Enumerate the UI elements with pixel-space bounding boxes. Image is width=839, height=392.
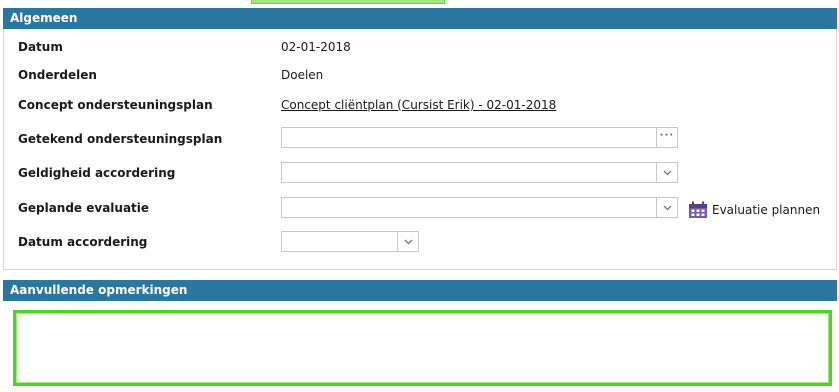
- validity-select[interactable]: [281, 162, 678, 183]
- section-title-general: Algemeen: [10, 11, 78, 25]
- signed-plan-field[interactable]: ···: [281, 127, 678, 148]
- onderdelen-label: Onderdelen: [18, 68, 97, 82]
- focus-highlight-top: [251, 0, 445, 4]
- plan-evaluation-button[interactable]: Evaluatie plannen: [688, 199, 820, 221]
- onderdelen-value: Doelen: [281, 68, 324, 82]
- concept-plan-link[interactable]: Concept cliëntplan (Cursist Erik) - 02-0…: [281, 98, 556, 112]
- remarks-inner-border: [16, 313, 829, 383]
- signed-plan-label: Getekend ondersteuningsplan: [18, 132, 223, 146]
- validity-dropdown-button[interactable]: [656, 163, 677, 182]
- datum-label: Datum: [18, 40, 63, 54]
- remarks-textarea[interactable]: [13, 310, 832, 386]
- datum-value: 02-01-2018: [281, 40, 351, 54]
- planned-evaluation-label: Geplande evaluatie: [18, 201, 150, 215]
- chevron-down-icon: [663, 205, 671, 210]
- plan-evaluation-label: Evaluatie plannen: [712, 203, 821, 217]
- chevron-down-icon: [404, 239, 412, 244]
- approval-date-select[interactable]: [281, 231, 419, 252]
- section-header-general: Algemeen: [3, 8, 837, 29]
- section-title-remarks: Aanvullende opmerkingen: [10, 283, 188, 297]
- calendar-icon: [689, 201, 707, 218]
- ellipsis-icon: ···: [659, 129, 675, 141]
- planned-evaluation-select[interactable]: [281, 197, 678, 218]
- validity-label: Geldigheid accordering: [18, 166, 176, 180]
- approval-date-dropdown-button[interactable]: [397, 232, 418, 251]
- planned-evaluation-dropdown-button[interactable]: [656, 198, 677, 217]
- section-header-remarks: Aanvullende opmerkingen: [3, 280, 837, 301]
- browse-button[interactable]: ···: [656, 128, 677, 147]
- chevron-down-icon: [663, 170, 671, 175]
- approval-date-label: Datum accordering: [18, 235, 148, 249]
- general-panel: [3, 29, 837, 270]
- concept-plan-label: Concept ondersteuningsplan: [18, 98, 213, 112]
